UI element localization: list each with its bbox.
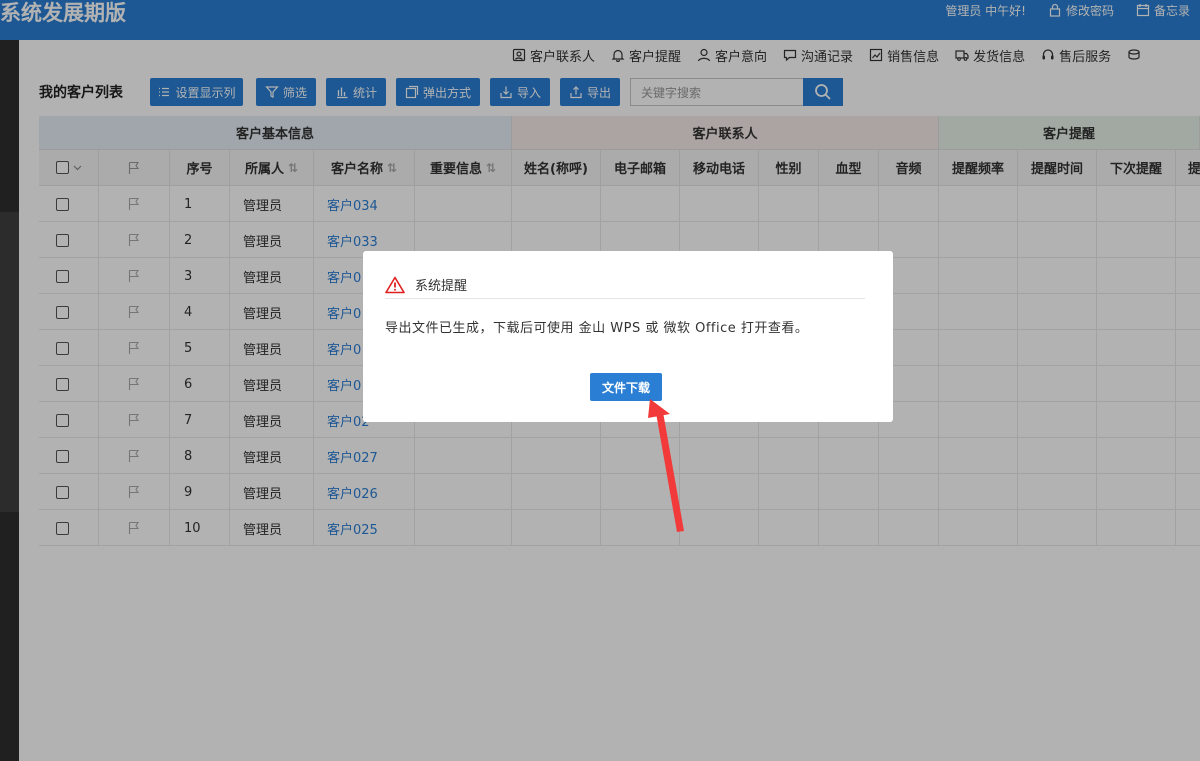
warning-icon xyxy=(385,276,405,293)
system-reminder-dialog: 系统提醒 导出文件已生成，下载后可使用 金山 WPS 或 微软 Office 打… xyxy=(363,251,893,422)
dialog-title: 系统提醒 xyxy=(415,279,468,294)
dialog-header: 系统提醒 xyxy=(385,271,865,299)
file-download-button[interactable]: 文件下载 xyxy=(590,373,662,401)
dialog-message: 导出文件已生成，下载后可使用 金山 WPS 或 微软 Office 打开查看。 xyxy=(385,321,809,336)
